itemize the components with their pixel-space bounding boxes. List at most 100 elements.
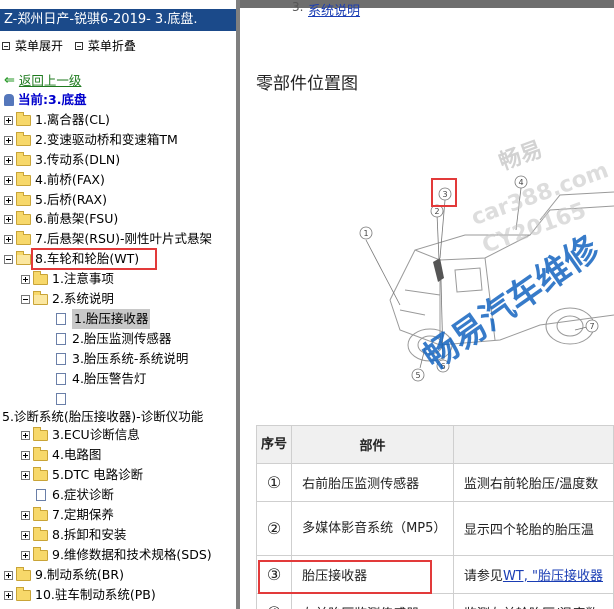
tree-item-rear-suspension[interactable]: 7.后悬架(RSU)-刚性叶片式悬架 <box>4 229 212 249</box>
expand-icon[interactable] <box>4 590 13 600</box>
expand-icon <box>2 42 10 50</box>
expand-icon[interactable] <box>21 430 30 440</box>
tree-item-label: 7.定期保养 <box>52 507 114 522</box>
tree-item-sds[interactable]: 9.维修数据和技术规格(SDS) <box>21 545 212 565</box>
tree-item-parking-brake[interactable]: 10.驻车制动系统(PB) <box>4 585 156 605</box>
tree-item-label: 7.后悬架(RSU)-刚性叶片式悬架 <box>35 231 212 246</box>
tree-item-label: 8.拆卸和安装 <box>52 527 127 542</box>
tree-item-label: 3.传动系(DLN) <box>35 152 121 167</box>
table-row: ① 右前胎压监测传感器 监测右前轮胎压/温度数 <box>255 463 614 502</box>
folder-icon <box>33 466 48 481</box>
tree-item-label: 1.注意事项 <box>52 271 114 286</box>
expand-icon[interactable] <box>4 115 13 125</box>
tpms-receiver-link[interactable]: WT, "胎压接收器 <box>503 569 603 584</box>
tree-item-maintenance[interactable]: 7.定期保养 <box>21 505 114 525</box>
tree-item-wiring-diagram[interactable]: 4.电路图 <box>21 445 101 465</box>
expand-icon[interactable] <box>21 274 30 284</box>
expand-icon[interactable] <box>4 214 13 224</box>
row-part: 多媒体影音系统（MP5） <box>291 501 454 556</box>
row-desc-prefix: 请参见 <box>463 569 503 584</box>
folder-open-icon <box>16 250 31 265</box>
back-link[interactable]: ⇐ 返回上一级 <box>4 71 81 91</box>
system-description-link[interactable]: 系统说明 <box>308 0 360 19</box>
highlight-box <box>31 248 157 270</box>
header-seq: 序号 <box>255 425 293 464</box>
folder-icon <box>16 230 31 245</box>
document-icon <box>56 353 66 365</box>
tree-item-label: 5.后桥(RAX) <box>35 192 107 207</box>
row-desc: 显示四个轮胎的胎压温 <box>452 501 614 556</box>
tree-item-clutch[interactable]: 1.离合器(CL) <box>4 110 110 130</box>
expand-icon[interactable] <box>21 510 30 520</box>
folder-icon <box>16 111 31 126</box>
tree-item-system-description[interactable]: 2.系统说明 <box>21 289 114 309</box>
expand-icon[interactable] <box>21 450 30 460</box>
tree-item-tpms-sensor[interactable]: 2.胎压监测传感器 <box>56 329 171 349</box>
folder-icon <box>16 131 31 146</box>
tree-item-label: 1.离合器(CL) <box>35 112 110 127</box>
document-icon <box>56 313 66 325</box>
callout-5: 5 <box>415 371 420 380</box>
callout-4: 4 <box>518 178 523 187</box>
tree-item-label: 2.变速驱动桥和变速箱TM <box>35 132 178 147</box>
folder-icon <box>16 566 31 581</box>
tree-item-label: 1.胎压接收器 <box>72 309 151 329</box>
document-icon <box>56 333 66 345</box>
component-location-diagram: 1 2 3 4 5 6 7 畅易 car388.com CY20165 畅易汽车… <box>240 137 614 420</box>
folder-icon <box>16 171 31 186</box>
tree-item-tpms-warning-lamp[interactable]: 4.胎压警告灯 <box>56 369 146 389</box>
tree-item-front-suspension[interactable]: 6.前悬架(FSU) <box>4 209 118 229</box>
tree-item-front-axle[interactable]: 4.前桥(FAX) <box>4 170 105 190</box>
tree-item-brake[interactable]: 9.制动系统(BR) <box>4 565 124 585</box>
expand-icon[interactable] <box>4 195 13 205</box>
expand-icon[interactable] <box>4 135 13 145</box>
expand-all-label: 菜单展开 <box>15 39 64 53</box>
folder-icon <box>33 526 48 541</box>
folder-icon <box>33 506 48 521</box>
tree-item-label: 6.症状诊断 <box>52 487 114 502</box>
tree-item-blank[interactable] <box>56 389 72 409</box>
expand-icon[interactable] <box>21 550 30 560</box>
tree-item-dtc[interactable]: 5.DTC 电路诊断 <box>21 465 143 485</box>
tree-item-label: 2.胎压监测传感器 <box>72 331 172 346</box>
tree-item-label: 10.驻车制动系统(PB) <box>35 587 156 602</box>
tree-item-label: 4.前桥(FAX) <box>35 172 105 187</box>
expand-icon[interactable] <box>21 530 30 540</box>
callout-3: 3 <box>442 190 447 199</box>
document-icon <box>56 373 66 385</box>
tree-item-removal[interactable]: 8.拆卸和安装 <box>21 525 126 545</box>
tree-item-symptom[interactable]: 6.症状诊断 <box>36 485 114 505</box>
section-title: 零部件位置图 <box>256 74 358 94</box>
collapse-icon[interactable] <box>4 254 13 264</box>
menu-toggle-row: 菜单展开 菜单折叠 <box>2 37 144 54</box>
tree-item-transmission[interactable]: 2.变速驱动桥和变速箱TM <box>4 130 178 150</box>
row-desc: 请参见WT, "胎压接收器 <box>452 555 614 594</box>
tree-item-tpms-receiver[interactable]: 1.胎压接收器 <box>56 309 151 329</box>
callout-2: 2 <box>434 207 439 216</box>
tree-item-label: 3.ECU诊断信息 <box>52 427 140 442</box>
tree-item-driveline[interactable]: 3.传动系(DLN) <box>4 150 120 170</box>
current-location: 当前:3.底盘 <box>4 90 86 110</box>
expand-all-button[interactable]: 菜单展开 <box>2 37 63 54</box>
expand-icon[interactable] <box>4 155 13 165</box>
table-row: ② 多媒体影音系统（MP5） 显示四个轮胎的胎压温 <box>255 501 614 556</box>
location-icon <box>4 94 14 106</box>
tree-item-rear-axle[interactable]: 5.后桥(RAX) <box>4 190 107 210</box>
tree-item-label: 2.系统说明 <box>52 291 114 306</box>
tree-item-label: 9.维修数据和技术规格(SDS) <box>52 547 212 562</box>
expand-icon[interactable] <box>21 470 30 480</box>
collapse-icon[interactable] <box>21 294 30 304</box>
row-number: ② <box>255 501 293 556</box>
tree-item-tpms-description[interactable]: 3.胎压系统-系统说明 <box>56 349 188 369</box>
tree-item-diagnosis[interactable]: 5.诊断系统(胎压接收器)-诊断仪功能 <box>2 407 203 427</box>
collapse-all-label: 菜单折叠 <box>87 39 136 53</box>
expand-icon[interactable] <box>4 175 13 185</box>
collapse-all-button[interactable]: 菜单折叠 <box>74 37 136 54</box>
expand-icon[interactable] <box>4 570 13 580</box>
tree-item-label: 6.前悬架(FSU) <box>35 211 119 226</box>
row-part: 左前胎压监测传感器 <box>291 593 454 609</box>
collapse-icon <box>74 42 83 50</box>
tree-item-ecu-diagnosis[interactable]: 3.ECU诊断信息 <box>21 425 140 445</box>
tree-item-precautions[interactable]: 1.注意事项 <box>21 269 114 289</box>
expand-icon[interactable] <box>4 234 13 244</box>
